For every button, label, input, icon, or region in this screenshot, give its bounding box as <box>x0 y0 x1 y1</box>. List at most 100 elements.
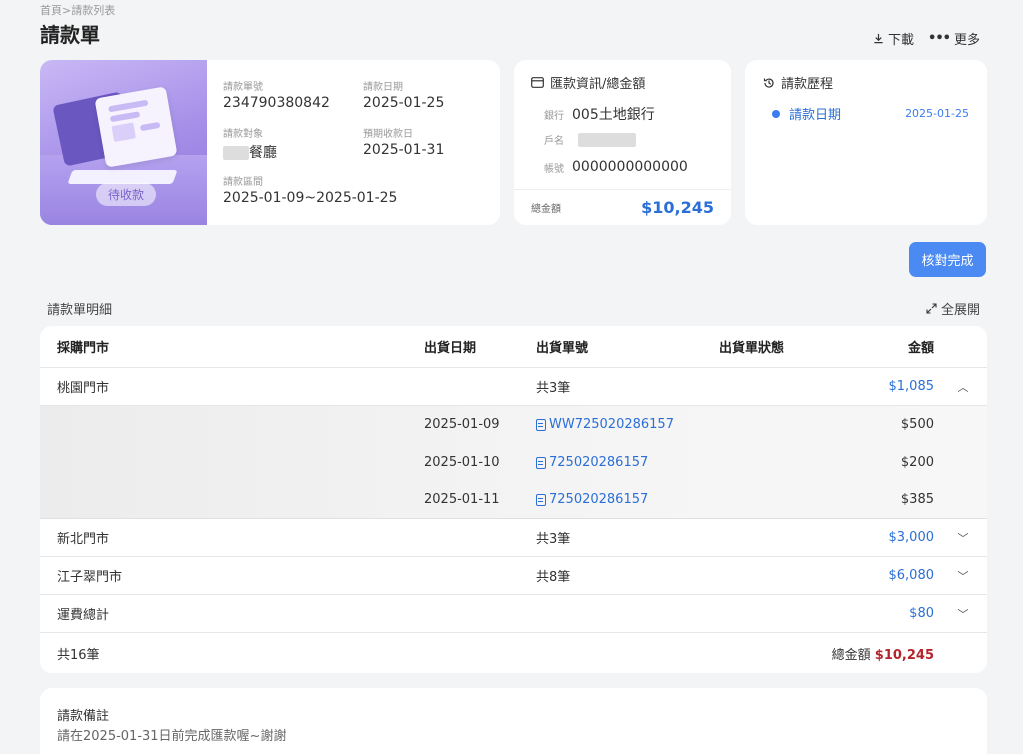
store-name: 桃園門市 <box>57 381 110 396</box>
ship-amount: $385 <box>900 492 934 507</box>
table-row[interactable]: 江子翠門市 共8筆 $6,080 ﹀ <box>40 557 987 595</box>
invoice-target-field: 請款對象 餐廳 <box>223 125 277 162</box>
account-label: 帳號 <box>544 163 564 175</box>
chevron-up-icon[interactable]: ︿ <box>956 379 970 395</box>
ship-no-link[interactable]: 725020286157 <box>536 455 648 470</box>
invoice-no-label: 請款單號 <box>223 82 263 93</box>
invoice-period-field: 請款區間 2025-01-09~2025-01-25 <box>223 173 397 206</box>
col-store: 採購門市 <box>57 341 110 356</box>
table-row: 2025-01-11 725020286157 $385 <box>40 481 987 518</box>
store-name: 運費總計 <box>57 608 110 623</box>
more-icon: ••• <box>928 31 951 46</box>
timeline-dot-icon <box>772 109 780 118</box>
remit-card: 匯款資訊/總金額 銀行 005土地銀行 戶名 帳號 0000000000000 … <box>514 60 731 225</box>
invoice-period-value: 2025-01-09~2025-01-25 <box>223 190 398 206</box>
history-title: 請款歷程 <box>781 77 834 92</box>
invoice-due-label: 預期收款日 <box>363 129 413 140</box>
document-icon <box>536 418 546 431</box>
more-label: 更多 <box>953 33 980 48</box>
remit-total-label: 總金額 <box>531 204 561 215</box>
ship-amount: $500 <box>900 417 934 432</box>
footer-total-value: $10,245 <box>874 647 934 663</box>
breadcrumb[interactable]: 首頁>請款列表 <box>40 2 115 18</box>
invoice-date-value: 2025-01-25 <box>363 95 445 111</box>
footer-total: 總金額 $10,245 <box>832 644 934 663</box>
note-card: 請款備註 請在2025-01-31日前完成匯款喔~謝謝 <box>40 688 987 754</box>
invoice-target-label: 請款對象 <box>223 129 263 140</box>
store-count: 共3筆 <box>536 381 571 396</box>
note-text: 請在2025-01-31日前完成匯款喔~謝謝 <box>57 729 287 744</box>
total-count: 共16筆 <box>57 647 100 663</box>
store-amount: $1,085 <box>888 379 935 394</box>
store-amount: $80 <box>909 606 934 621</box>
invoice-period-label: 請款區間 <box>223 177 263 188</box>
col-amount: 金額 <box>907 341 934 356</box>
footer-total-label: 總金額 <box>831 647 871 663</box>
remit-total: 總金額 $10,245 <box>514 189 731 225</box>
ship-amount: $200 <box>900 455 934 470</box>
chevron-down-icon[interactable]: ﹀ <box>956 530 970 546</box>
table-header: 採購門市 出貨日期 出貨單號 出貨單狀態 金額 <box>40 326 987 368</box>
document-icon <box>536 456 546 469</box>
ship-no-text: 725020286157 <box>549 492 649 507</box>
chevron-down-icon[interactable]: ﹀ <box>956 606 970 622</box>
ship-no-link[interactable]: 725020286157 <box>536 492 648 507</box>
account-value: 0000000000000 <box>572 159 688 175</box>
remit-total-value: $10,245 <box>641 198 714 217</box>
more-button[interactable]: ••• 更多 <box>928 29 980 48</box>
ship-date: 2025-01-09 <box>424 417 500 432</box>
invoice-due-value: 2025-01-31 <box>363 142 445 158</box>
invoice-no-field: 請款單號 234790380842 <box>223 78 330 111</box>
confirm-button[interactable]: 核對完成 <box>909 242 986 277</box>
invoice-illustration: 待收款 <box>40 60 207 225</box>
expand-all-button[interactable]: 全展開 <box>926 299 980 318</box>
store-amount: $6,080 <box>888 568 935 583</box>
table-row[interactable]: 運費總計 $80 ﹀ <box>40 595 987 633</box>
table-row: 2025-01-09 WW725020286157 $500 <box>40 406 987 443</box>
invoice-date-field: 請款日期 2025-01-25 <box>363 78 444 111</box>
redacted-name <box>223 146 249 160</box>
ship-no-text: WW725020286157 <box>549 417 674 432</box>
ship-date: 2025-01-11 <box>424 492 500 507</box>
store-amount: $3,000 <box>888 530 935 545</box>
card-icon <box>531 77 544 88</box>
download-label: 下載 <box>888 33 915 48</box>
bank-label: 銀行 <box>544 110 564 122</box>
table-row: 2025-01-10 725020286157 $200 <box>40 444 987 481</box>
store-name: 江子翠門市 <box>57 570 123 585</box>
col-ship-date: 出貨日期 <box>424 341 477 356</box>
invoice-no-value: 234790380842 <box>223 95 330 111</box>
expand-icon <box>926 303 937 314</box>
invoice-date-label: 請款日期 <box>363 82 403 93</box>
top-actions: 下載 ••• 更多 <box>873 29 980 48</box>
account-name-label: 戶名 <box>544 136 564 147</box>
status-badge: 待收款 <box>96 183 157 206</box>
table-row[interactable]: 新北門市 共3筆 $3,000 ﹀ <box>40 519 987 557</box>
history-card: 請款歷程 請款日期 2025-01-25 <box>745 60 987 225</box>
document-icon <box>536 493 546 506</box>
invoice-summary-card: 待收款 請款單號 234790380842 請款日期 2025-01-25 請款… <box>40 60 500 225</box>
remit-title: 匯款資訊/總金額 <box>550 77 646 92</box>
chevron-down-icon[interactable]: ﹀ <box>956 568 970 584</box>
store-name: 新北門市 <box>57 532 110 547</box>
table-footer: 共16筆 總金額 $10,245 <box>40 633 987 673</box>
detail-table: 採購門市 出貨日期 出貨單號 出貨單狀態 金額 桃園門市 共3筆 $1,085 … <box>40 326 987 673</box>
history-item-label: 請款日期 <box>789 108 842 123</box>
table-row[interactable]: 桃園門市 共3筆 $1,085 ︿ <box>40 368 987 406</box>
store-count: 共3筆 <box>536 532 571 547</box>
detail-title: 請款單明細 <box>47 303 113 318</box>
history-icon <box>763 77 774 88</box>
expand-all-label: 全展開 <box>940 303 980 318</box>
ship-no-link[interactable]: WW725020286157 <box>536 417 674 432</box>
note-label: 請款備註 <box>57 709 110 724</box>
download-icon <box>874 33 883 44</box>
expanded-rows: 2025-01-09 WW725020286157 $500 2025-01-1… <box>40 406 987 519</box>
store-count: 共8筆 <box>536 570 571 585</box>
history-item: 請款日期 2025-01-25 <box>772 104 969 123</box>
invoice-target-value: 餐廳 <box>249 145 277 161</box>
ship-date: 2025-01-10 <box>424 455 500 470</box>
download-button[interactable]: 下載 <box>873 29 914 48</box>
col-ship-status: 出貨單狀態 <box>719 341 785 356</box>
page-title: 請款單 <box>40 23 100 47</box>
history-item-date: 2025-01-25 <box>905 107 969 120</box>
